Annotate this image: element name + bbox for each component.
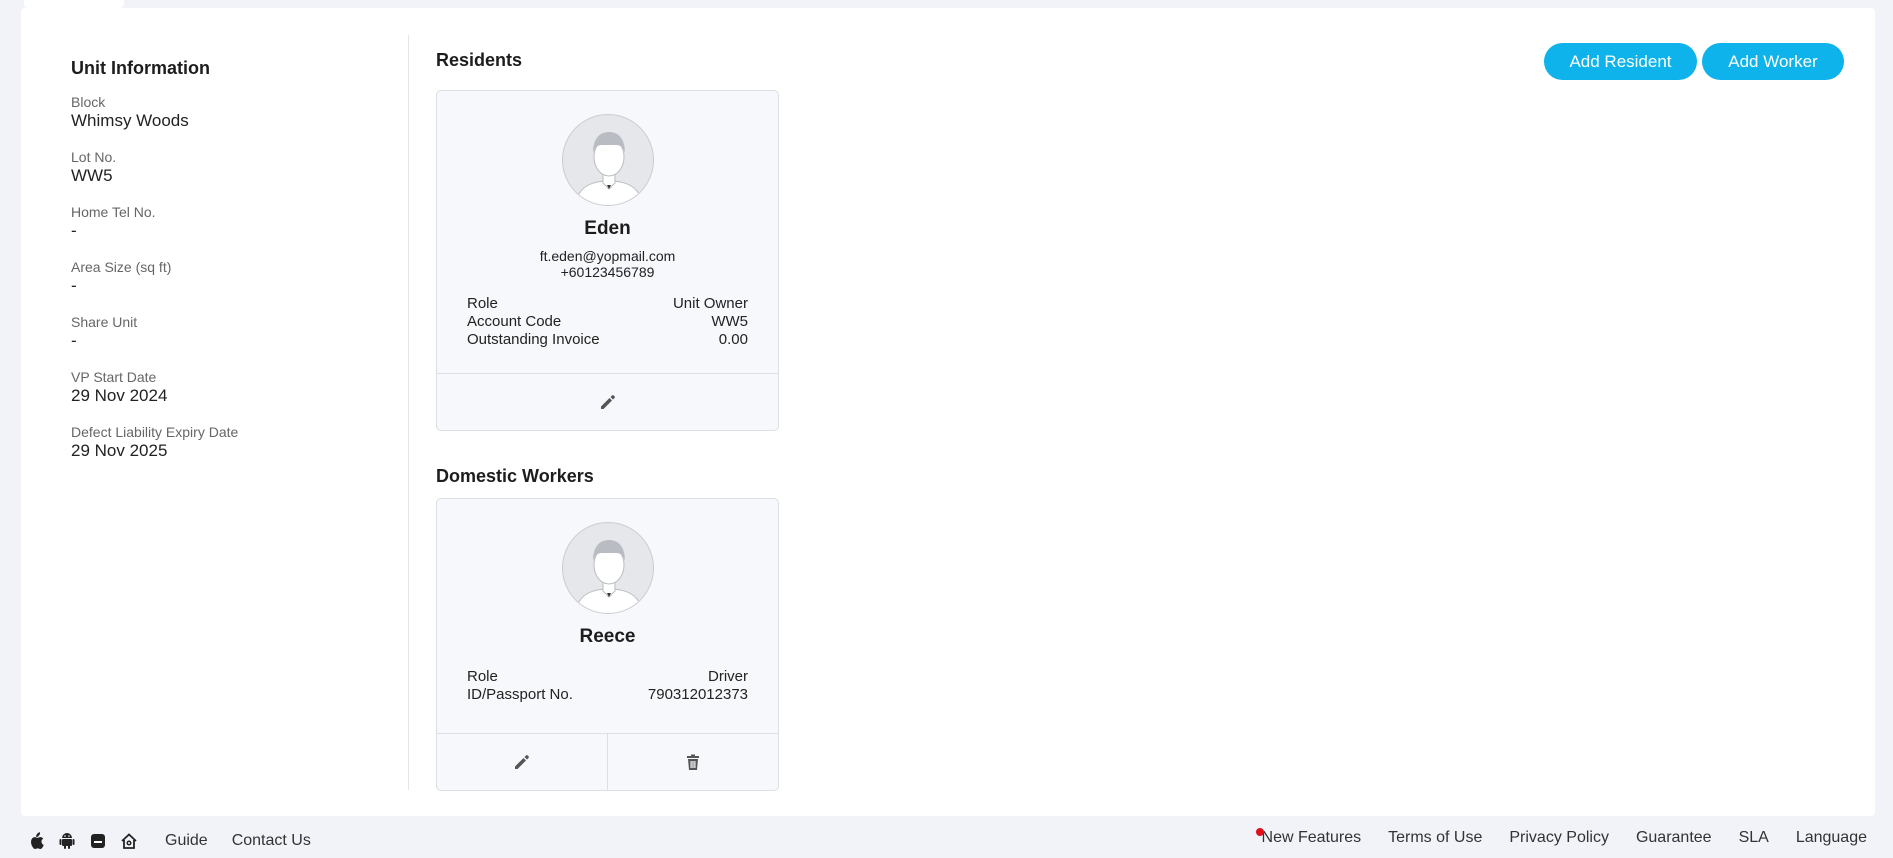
resident-name: Eden <box>584 218 631 239</box>
detail-row: Role Driver <box>437 668 778 686</box>
detail-row: Account Code WW5 <box>437 313 778 331</box>
detail-label: Outstanding Invoice <box>467 331 600 348</box>
unit-info-title: Unit Information <box>71 58 210 78</box>
add-resident-button[interactable]: Add Resident <box>1544 43 1697 80</box>
delete-worker-button[interactable] <box>607 734 778 790</box>
info-label: VP Start Date <box>71 369 157 385</box>
notification-dot <box>1255 828 1264 836</box>
new-features-label: New Features <box>1261 829 1362 846</box>
domestic-workers-title: Domestic Workers <box>436 466 594 486</box>
avatar <box>561 114 654 206</box>
top-tab <box>24 0 124 8</box>
trash-icon <box>687 754 699 770</box>
info-value: - <box>71 276 77 295</box>
detail-label: ID/Passport No. <box>467 686 573 703</box>
info-value: Whimsy Woods <box>71 111 189 130</box>
language-link[interactable]: Language <box>1796 829 1867 847</box>
worker-card: Reece Role Driver ID/Passport No. 790312… <box>436 498 779 791</box>
detail-value: 790312012373 <box>647 686 748 703</box>
info-value: 29 Nov 2025 <box>71 441 168 460</box>
detail-value: WW5 <box>711 313 748 330</box>
mobile-app-icon[interactable] <box>89 832 107 850</box>
info-area-size: Area Size (sq ft) - <box>71 258 371 296</box>
sla-link[interactable]: SLA <box>1739 829 1769 847</box>
pencil-icon <box>515 755 529 769</box>
edit-worker-button[interactable] <box>437 734 607 790</box>
info-home-tel: Home Tel No. - <box>71 203 371 241</box>
residents-title: Residents <box>436 50 523 70</box>
info-value: - <box>71 221 77 240</box>
unit-info-section: Unit Information Block Whimsy Woods Lot … <box>71 58 371 478</box>
info-label: Home Tel No. <box>71 204 156 220</box>
resident-phone: +60123456789 <box>560 264 655 280</box>
person-placeholder-icon <box>574 540 643 613</box>
info-label: Share Unit <box>71 314 138 330</box>
detail-value: Unit Owner <box>672 295 748 312</box>
detail-row: Role Unit Owner <box>437 295 778 313</box>
detail-row: ID/Passport No. 790312012373 <box>437 686 778 704</box>
edit-resident-button[interactable] <box>437 374 778 430</box>
detail-label: Role <box>467 668 498 685</box>
resident-card-actions <box>437 373 778 430</box>
pencil-icon <box>600 395 615 409</box>
terms-of-use-link[interactable]: Terms of Use <box>1388 829 1482 847</box>
detail-label: Account Code <box>467 313 562 330</box>
worker-card-actions <box>437 733 778 790</box>
android-icon[interactable] <box>58 832 76 850</box>
info-value: WW5 <box>71 166 113 185</box>
add-worker-button[interactable]: Add Worker <box>1702 43 1844 80</box>
info-defect-liability-date: Defect Liability Expiry Date 29 Nov 2025 <box>71 423 371 461</box>
apple-icon[interactable] <box>27 832 45 850</box>
info-label: Defect Liability Expiry Date <box>71 424 239 440</box>
column-divider <box>408 35 409 790</box>
new-features-link[interactable]: New Features <box>1255 828 1362 847</box>
worker-name: Reece <box>579 626 636 647</box>
main-panel: Unit Information Block Whimsy Woods Lot … <box>21 8 1875 816</box>
avatar <box>561 522 654 614</box>
info-lot-no: Lot No. WW5 <box>71 148 371 186</box>
info-share-unit: Share Unit - <box>71 313 371 351</box>
guide-link[interactable]: Guide <box>165 832 208 850</box>
privacy-policy-link[interactable]: Privacy Policy <box>1509 829 1609 847</box>
home-icon[interactable] <box>120 832 138 850</box>
info-value: 29 Nov 2024 <box>71 386 168 405</box>
footer-right: New Features Terms of Use Privacy Policy… <box>1235 828 1867 847</box>
detail-value: 0.00 <box>718 331 748 348</box>
worker-details: Role Driver ID/Passport No. 790312012373 <box>437 668 778 704</box>
guarantee-link[interactable]: Guarantee <box>1636 829 1712 847</box>
resident-card: Eden ft.eden@yopmail.com +60123456789 Ro… <box>436 90 779 431</box>
info-label: Block <box>71 94 106 110</box>
info-label: Area Size (sq ft) <box>71 259 172 275</box>
footer-left: Guide Contact Us <box>27 832 311 850</box>
info-block: Block Whimsy Woods <box>71 93 371 131</box>
resident-details: Role Unit Owner Account Code WW5 Outstan… <box>437 295 778 349</box>
info-vp-start-date: VP Start Date 29 Nov 2024 <box>71 368 371 406</box>
resident-email: ft.eden@yopmail.com <box>539 248 676 264</box>
detail-row: Outstanding Invoice 0.00 <box>437 331 778 349</box>
detail-value: Driver <box>708 668 748 685</box>
info-label: Lot No. <box>71 149 117 165</box>
person-placeholder-icon <box>574 132 643 205</box>
contact-us-link[interactable]: Contact Us <box>232 832 311 850</box>
detail-label: Role <box>467 295 498 312</box>
info-value: - <box>71 331 77 350</box>
